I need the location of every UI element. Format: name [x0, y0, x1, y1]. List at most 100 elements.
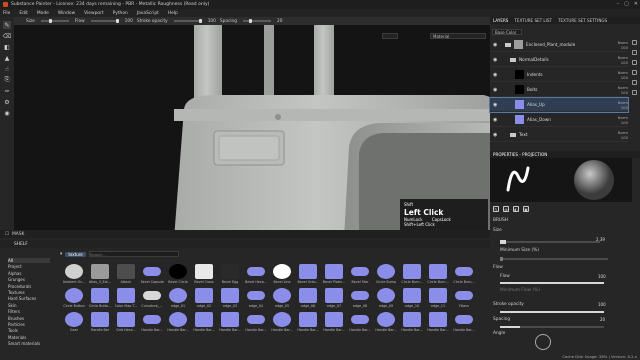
shelf-item[interactable]: Bevel Capsule	[140, 264, 164, 286]
visibility-eye-icon[interactable]: ◉	[493, 132, 499, 138]
maximize-button[interactable]: ▢	[624, 1, 629, 7]
tab-layers[interactable]: LAYERS	[493, 18, 508, 23]
shelf-item[interactable]: Handle Bar...	[426, 312, 450, 334]
visibility-eye-icon[interactable]: ◉	[493, 42, 499, 48]
viewport-mode-button[interactable]	[382, 33, 398, 39]
shelf-category-item[interactable]: Grunges	[8, 277, 50, 282]
layer-opacity[interactable]: 100	[612, 135, 628, 140]
layer-opacity[interactable]: 100	[612, 45, 628, 50]
shelf-category-item[interactable]: Particles	[8, 322, 50, 327]
shelf-item[interactable]: Circle Button	[62, 288, 86, 310]
menu-python[interactable]: Python	[113, 11, 128, 16]
layer-opacity[interactable]: 100	[612, 120, 628, 125]
material-dropdown[interactable]: Material	[430, 33, 486, 39]
shelf-item[interactable]: Bevel Platin...	[322, 264, 346, 286]
spacing-prop-value[interactable]: 20	[600, 317, 605, 322]
layer-row[interactable]: ◉ NormalDetails Norm 100	[490, 53, 628, 67]
layer-blend-opacity[interactable]: Norm 100	[612, 130, 628, 140]
shelf-item[interactable]: Bevel Egg	[218, 264, 242, 286]
shelf-item[interactable]: Curvature_...	[140, 288, 164, 310]
menu-viewport[interactable]: Viewport	[84, 11, 103, 16]
layer-row[interactable]: ◉ Enclosed_Plant_module Norm 100	[490, 38, 628, 52]
shelf-item[interactable]: edge_02	[192, 288, 216, 310]
add-layer-icon[interactable]	[631, 40, 637, 45]
minimize-button[interactable]: –	[617, 1, 620, 7]
3d-viewport[interactable]: Shift Left Click NumLock CapsLock Shift+…	[14, 25, 490, 239]
shelf-category-item[interactable]: Procedurals	[8, 284, 50, 289]
projection-icon[interactable]: ◧	[3, 43, 11, 51]
shelf-search-input[interactable]	[88, 251, 179, 257]
shelf-item[interactable]: Handle Bar...	[244, 312, 268, 334]
layer-row[interactable]: ◉ Indents Norm 100	[490, 68, 628, 82]
add-fill-layer-icon[interactable]	[631, 50, 637, 55]
shelf-item[interactable]: Circle Burn...	[452, 264, 476, 286]
camera-icon[interactable]: ◉	[3, 109, 11, 117]
shelf-item[interactable]: Handle Bar...	[348, 312, 372, 334]
shelf-item[interactable]: Handle Bar...	[270, 312, 294, 334]
shelf-category-item[interactable]: Brushes	[8, 316, 50, 321]
visibility-eye-icon[interactable]: ◉	[493, 102, 499, 108]
shelf-item[interactable]: Circle Burn...	[426, 264, 450, 286]
shelf-item[interactable]: Bevel Star	[348, 264, 372, 286]
shelf-category-item[interactable]: Skin	[8, 303, 50, 308]
angle-dial[interactable]	[535, 334, 551, 350]
layer-blend-opacity[interactable]: Norm 100	[612, 115, 628, 125]
shelf-item[interactable]: Circle Bump	[374, 264, 398, 286]
paint-brush-icon[interactable]: ✎	[3, 21, 11, 29]
folder-icon[interactable]	[510, 132, 516, 137]
shelf-item[interactable]: Handle Bar...	[192, 312, 216, 334]
layer-row[interactable]: ◉ Bolts Norm 100	[490, 83, 628, 97]
shelf-category-item[interactable]: Hard Surfaces	[8, 296, 50, 301]
folder-icon[interactable]	[505, 42, 511, 47]
menu-javascript[interactable]: JavaScript	[137, 11, 159, 16]
shelf-item[interactable]: edge_10	[400, 288, 424, 310]
shelf-item[interactable]: edge_08	[348, 288, 372, 310]
add-folder-icon[interactable]	[631, 80, 637, 85]
flow-slider[interactable]	[90, 19, 119, 23]
spacing-prop-slider[interactable]	[500, 326, 604, 328]
shelf-item[interactable]: Ambient Oc...	[62, 264, 86, 286]
shelf-item[interactable]: Color Map T...	[114, 288, 138, 310]
shelf-category-item[interactable]: All	[8, 258, 50, 263]
shelf-item[interactable]: Circle Butto...	[88, 288, 112, 310]
shelf-category-item[interactable]: Project	[8, 264, 50, 269]
settings-icon[interactable]: ⚙	[3, 98, 11, 106]
shelf-item[interactable]: Circle Burn...	[400, 264, 424, 286]
tab-texture-set-list[interactable]: TEXTURE SET LIST	[514, 18, 552, 23]
size-prop-slider[interactable]	[500, 240, 600, 244]
filter-icon[interactable]: ▾	[60, 252, 62, 257]
shelf-item[interactable]: edge_01	[166, 288, 190, 310]
smudge-icon[interactable]: ☝	[3, 65, 11, 73]
shelf-category-item[interactable]: Alphas	[8, 271, 50, 276]
shelf-category-item[interactable]: Smart materials	[8, 341, 50, 346]
shelf-item[interactable]: Handle Bar...	[140, 312, 164, 334]
menu-file[interactable]: File	[3, 11, 10, 16]
tab-texture-set-settings[interactable]: TEXTURE SET SETTINGS	[558, 18, 607, 23]
polygon-fill-icon[interactable]: ▲	[3, 54, 11, 62]
shelf-item[interactable]: Atlas_3_Ext...	[88, 264, 112, 286]
layer-opacity[interactable]: 100	[612, 75, 628, 80]
eraser-icon[interactable]: ⌫	[3, 32, 11, 40]
size-prop-value[interactable]: 2.39	[596, 237, 605, 242]
shelf-item[interactable]: Handle Bar...	[374, 312, 398, 334]
folder-icon[interactable]	[510, 57, 516, 62]
shelf-item[interactable]: Handle Bar...	[166, 312, 190, 334]
shelf-item[interactable]: Bevel Circle	[166, 264, 190, 286]
shelf-item[interactable]: edge_11	[426, 288, 450, 310]
delete-layer-icon[interactable]	[631, 90, 637, 95]
min-size-slider[interactable]	[500, 257, 608, 261]
shelf-item[interactable]: Grid Hexa...	[114, 312, 138, 334]
stroke-opacity-value[interactable]: 100	[208, 19, 216, 24]
shelf-item[interactable]: Handle Bar	[88, 312, 112, 334]
layer-blend-opacity[interactable]: Norm 100	[612, 100, 628, 110]
size-slider[interactable]	[40, 19, 69, 23]
visibility-eye-icon[interactable]: ◉	[493, 87, 499, 93]
flow-value[interactable]: 100	[125, 19, 133, 24]
menu-mode[interactable]: Mode	[37, 11, 49, 16]
shelf-item[interactable]: Bevel Hexa...	[244, 264, 268, 286]
layer-blend-opacity[interactable]: Norm 100	[612, 55, 628, 65]
stroke-opacity-slider[interactable]	[173, 19, 202, 23]
shelf-item[interactable]: Bevel Cross	[192, 264, 216, 286]
spacing-value[interactable]: 20	[277, 19, 282, 24]
menu-edit[interactable]: Edit	[19, 11, 28, 16]
